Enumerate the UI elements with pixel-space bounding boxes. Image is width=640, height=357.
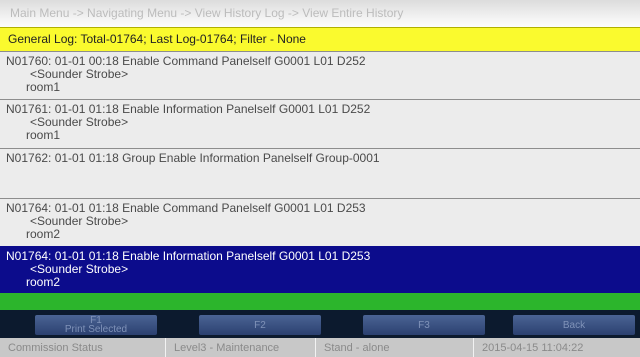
f1-print-selected-button[interactable]: F1 Print Selected: [35, 315, 157, 335]
commission-status: Commission Status: [0, 338, 166, 357]
log-entry[interactable]: N01760: 01-01 00:18 Enable Command Panel…: [0, 51, 640, 99]
log-entry-device-type: <Sounder Strobe>: [30, 67, 129, 81]
back-button[interactable]: Back: [513, 315, 635, 335]
f3-button[interactable]: F3: [363, 315, 485, 335]
function-key-bar: F1 Print Selected F2 F3 Back: [0, 310, 640, 338]
log-entry-device-type: <Sounder Strobe>: [30, 214, 129, 228]
f2-button[interactable]: F2: [199, 315, 321, 335]
log-entry-location: room1: [26, 128, 61, 142]
log-entry-location: room1: [26, 80, 61, 94]
log-entry-location: room2: [26, 275, 61, 289]
print-selected-label: Print Selected: [64, 324, 128, 335]
log-entry-location: room2: [26, 227, 61, 241]
log-entry-text: N01762: 01-01 01:18 Group Enable Informa…: [6, 151, 380, 165]
back-label: Back: [562, 319, 586, 331]
breadcrumb: Main Menu -> Navigating Menu -> View His…: [0, 0, 640, 27]
f3-key-label: F3: [418, 319, 430, 331]
status-bar: Commission Status Level3 - Maintenance S…: [0, 338, 640, 357]
access-level: Level3 - Maintenance: [166, 338, 316, 357]
log-entry[interactable]: N01762: 01-01 01:18 Group Enable Informa…: [0, 148, 640, 198]
status-indicator-bar: [0, 293, 640, 310]
log-entry-device-type: <Sounder Strobe>: [30, 262, 129, 276]
log-entry[interactable]: N01761: 01-01 01:18 Enable Information P…: [0, 99, 640, 148]
date-time: 2015-04-15 11:04:22: [482, 342, 584, 354]
history-log-list: N01760: 01-01 00:18 Enable Command Panel…: [0, 51, 640, 293]
network-mode: Stand - alone: [316, 338, 474, 357]
f2-key-label: F2: [254, 319, 266, 331]
log-entry[interactable]: N01764: 01-01 01:18 Enable Command Panel…: [0, 198, 640, 246]
log-entry-device-type: <Sounder Strobe>: [30, 115, 129, 129]
log-entry-selected[interactable]: N01764: 01-01 01:18 Enable Information P…: [0, 246, 640, 293]
log-summary-header: General Log: Total-01764; Last Log-01764…: [0, 27, 640, 51]
